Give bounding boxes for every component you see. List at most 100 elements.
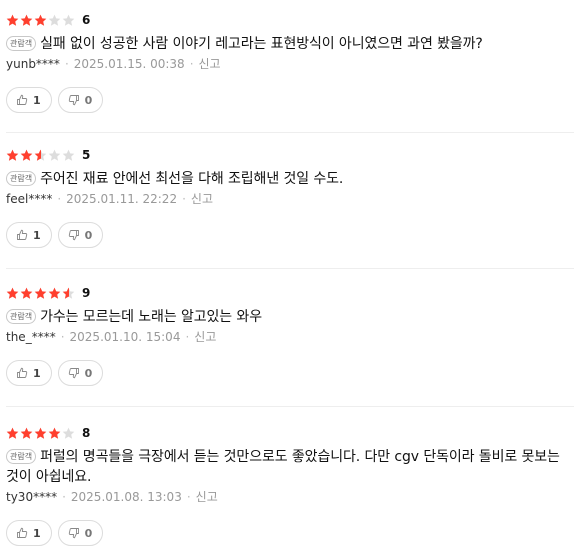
review-text: 퍼럴의 명곡들을 극장에서 듣는 것만으로도 좋았습니다. 다만 cgv 단독이…	[6, 449, 560, 485]
star-icon	[62, 287, 75, 300]
rating-score: 5	[82, 148, 91, 162]
thumbs-up-icon	[17, 367, 28, 378]
star-icon	[20, 149, 33, 162]
star-icon	[20, 287, 33, 300]
star-rating	[6, 14, 76, 27]
star-icon	[20, 427, 33, 440]
thumbs-up-icon	[17, 94, 28, 105]
dislike-button[interactable]: 0	[57, 87, 104, 113]
review-text: 가수는 모르는데 노래는 알고있는 와우	[40, 309, 262, 325]
like-button[interactable]: 1	[6, 87, 52, 113]
thumbs-down-icon	[68, 95, 79, 106]
review-item: 5 관람객 주어진 재료 안에선 최선을 다해 조립해낸 것일 수도. feel*…	[6, 133, 574, 269]
dislike-button[interactable]: 0	[57, 222, 104, 248]
review-meta: the_**** · 2025.01.10. 15:04 · 신고	[6, 329, 574, 345]
review-list: 6 관람객 실패 없이 성공한 사람 이야기 레고라는 표현방식이 아니였으면 과…	[0, 0, 580, 554]
thumbs-up-icon	[17, 229, 28, 240]
review-author: ty30****	[6, 490, 58, 504]
review-rating: 9	[6, 286, 574, 300]
star-rating	[6, 287, 76, 300]
like-button[interactable]: 1	[6, 520, 52, 546]
report-link[interactable]: 신고	[196, 490, 218, 504]
review-meta: yunb**** · 2025.01.15. 00:38 · 신고	[6, 56, 574, 72]
separator-dot: ·	[182, 192, 186, 206]
rating-score: 9	[82, 286, 91, 300]
like-button[interactable]: 1	[6, 360, 52, 386]
star-icon	[6, 287, 19, 300]
viewer-badge: 관람객	[6, 309, 37, 324]
review-actions: 1 0	[6, 520, 574, 546]
star-icon	[34, 287, 47, 300]
like-count: 1	[33, 93, 41, 107]
review-content: 관람객 주어진 재료 안에선 최선을 다해 조립해낸 것일 수도.	[6, 169, 574, 189]
rating-score: 8	[82, 426, 91, 440]
star-icon	[48, 427, 61, 440]
viewer-badge: 관람객	[6, 171, 37, 186]
thumbs-down-icon	[68, 528, 79, 539]
review-rating: 5	[6, 148, 574, 162]
review-rating: 6	[6, 13, 574, 27]
review-text: 실패 없이 성공한 사람 이야기 레고라는 표현방식이 아니였으면 과연 봤을까…	[40, 36, 483, 52]
report-link[interactable]: 신고	[191, 192, 213, 206]
dislike-count: 0	[84, 93, 93, 107]
review-content: 관람객 퍼럴의 명곡들을 극장에서 듣는 것만으로도 좋았습니다. 다만 cgv …	[6, 447, 574, 487]
star-icon	[34, 14, 47, 27]
star-icon	[62, 149, 75, 162]
review-actions: 1 0	[6, 87, 574, 113]
thumbs-down-icon	[68, 230, 79, 241]
star-icon	[20, 14, 33, 27]
review-item: 6 관람객 실패 없이 성공한 사람 이야기 레고라는 표현방식이 아니였으면 과…	[6, 0, 574, 133]
star-rating	[6, 427, 76, 440]
star-icon	[6, 14, 19, 27]
star-icon	[62, 427, 75, 440]
report-link[interactable]: 신고	[194, 330, 216, 344]
star-icon	[62, 14, 75, 27]
separator-dot: ·	[62, 490, 66, 504]
dislike-count: 0	[84, 526, 93, 540]
separator-dot: ·	[186, 490, 191, 504]
separator-dot: ·	[64, 57, 69, 71]
dislike-button[interactable]: 0	[57, 520, 104, 546]
like-button[interactable]: 1	[6, 222, 52, 248]
report-link[interactable]: 신고	[199, 57, 221, 71]
star-icon	[48, 149, 61, 162]
separator-dot: ·	[185, 330, 190, 344]
review-author: the_****	[6, 330, 56, 344]
star-icon	[6, 427, 19, 440]
review-rating: 8	[6, 426, 574, 440]
review-item: 8 관람객 퍼럴의 명곡들을 극장에서 듣는 것만으로도 좋았습니다. 다만 cg…	[6, 407, 574, 554]
star-icon	[34, 427, 47, 440]
review-item: 9 관람객 가수는 모르는데 노래는 알고있는 와우 the_**** · 2025.…	[6, 269, 574, 407]
thumbs-down-icon	[68, 368, 79, 379]
dislike-button[interactable]: 0	[57, 360, 104, 386]
review-date: 2025.01.08. 13:03	[70, 490, 182, 504]
thumbs-up-icon	[17, 527, 28, 538]
star-icon	[48, 287, 61, 300]
review-meta: feel**** · 2025.01.11. 22:22 · 신고	[6, 191, 574, 207]
separator-dot: ·	[57, 192, 62, 206]
dislike-count: 0	[84, 366, 93, 380]
review-text: 주어진 재료 안에선 최선을 다해 조립해낸 것일 수도.	[40, 171, 344, 187]
review-date: 2025.01.11. 22:22	[66, 192, 178, 206]
like-count: 1	[33, 526, 41, 540]
review-author: feel****	[6, 192, 53, 206]
review-content: 관람객 실패 없이 성공한 사람 이야기 레고라는 표현방식이 아니였으면 과연 …	[6, 34, 574, 54]
star-rating	[6, 149, 76, 162]
review-date: 2025.01.15. 00:38	[73, 57, 185, 71]
star-icon	[48, 14, 61, 27]
review-author: yunb****	[6, 57, 60, 71]
star-icon	[34, 149, 47, 162]
review-actions: 1 0	[6, 360, 574, 386]
viewer-badge: 관람객	[6, 36, 37, 51]
review-meta: ty30**** · 2025.01.08. 13:03 · 신고	[6, 489, 574, 505]
like-count: 1	[33, 228, 41, 242]
rating-score: 6	[82, 13, 91, 27]
separator-dot: ·	[60, 330, 65, 344]
review-actions: 1 0	[6, 222, 574, 248]
review-content: 관람객 가수는 모르는데 노래는 알고있는 와우	[6, 307, 574, 327]
review-date: 2025.01.10. 15:04	[69, 330, 181, 344]
separator-dot: ·	[189, 57, 194, 71]
like-count: 1	[33, 366, 41, 380]
star-icon	[6, 149, 19, 162]
dislike-count: 0	[84, 228, 93, 242]
